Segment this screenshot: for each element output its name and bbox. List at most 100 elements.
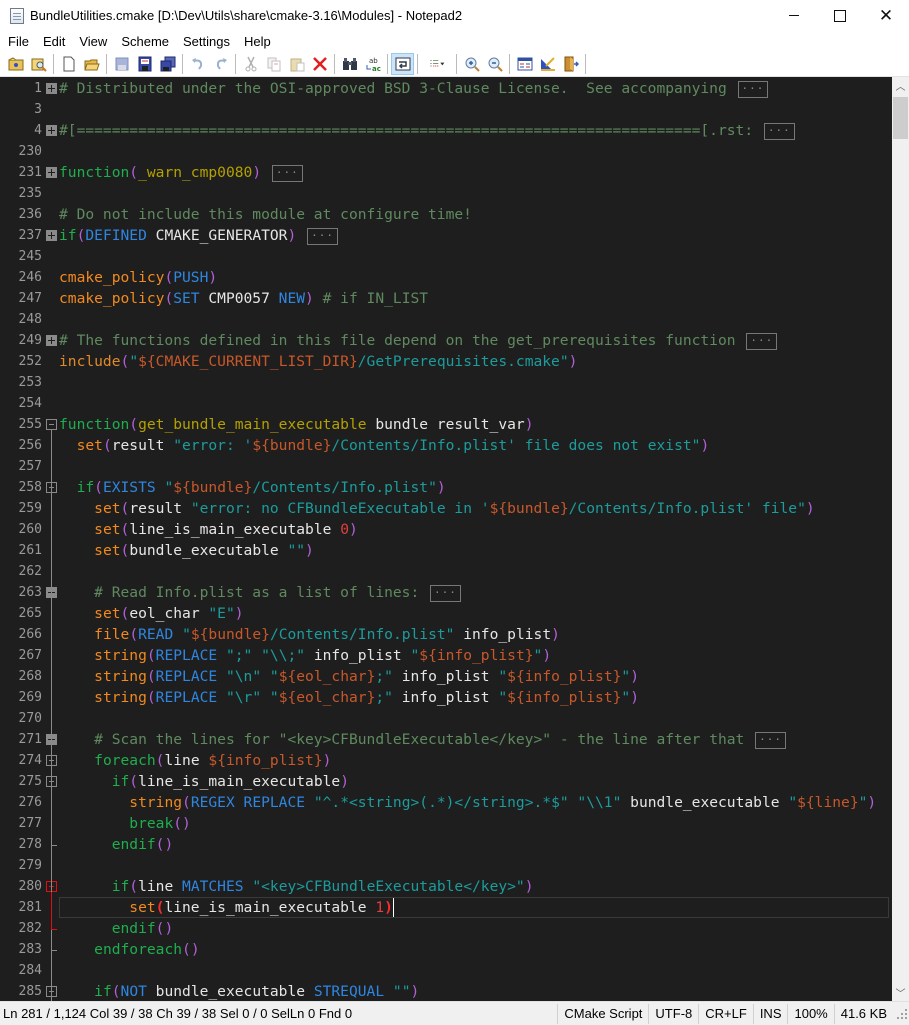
line-number: 282 [18, 921, 42, 936]
word-wrap-button[interactable] [391, 52, 414, 75]
scroll-down-arrow-icon[interactable]: ﹀ [892, 984, 909, 1001]
code-line[interactable]: 235 [0, 183, 892, 204]
code-line[interactable]: 283 endforeach() [0, 939, 892, 960]
undo-button[interactable] [186, 53, 209, 75]
folded-block-ellipsis[interactable]: ··· [755, 732, 787, 749]
code-line[interactable]: 254 [0, 393, 892, 414]
fold-expand-icon[interactable] [46, 230, 57, 241]
code-line[interactable]: 269 string(REPLACE "\r" "${eol_char};" i… [0, 687, 892, 708]
find-button[interactable] [338, 53, 361, 75]
code-line[interactable]: 274 foreach(line ${info_plist}) [0, 750, 892, 771]
code-line[interactable]: 3 [0, 99, 892, 120]
code-line[interactable]: 255 function(get_bundle_main_executable b… [0, 414, 892, 435]
save-as-button[interactable] [133, 53, 156, 75]
code-line[interactable]: 253 [0, 372, 892, 393]
menu-view[interactable]: View [72, 34, 114, 49]
code-line[interactable]: 276 string(REGEX REPLACE "^.*<string>(.*… [0, 792, 892, 813]
code-line[interactable]: 260 set(line_is_main_executable 0) [0, 519, 892, 540]
fold-expand-icon[interactable] [46, 83, 57, 94]
scrollbar-thumb[interactable] [893, 97, 908, 139]
code-line[interactable]: 247 cmake_policy(SET CMP0057 NEW) # if IN… [0, 288, 892, 309]
zoom-in-button[interactable] [460, 53, 483, 75]
delete-button[interactable] [308, 53, 331, 75]
status-zoom[interactable]: 100% [787, 1003, 833, 1024]
browse-button[interactable] [4, 53, 27, 75]
code-line[interactable]: 285 if(NOT bundle_executable STREQUAL ""… [0, 981, 892, 1001]
paste-button[interactable] [285, 53, 308, 75]
code-line[interactable]: 280 if(line MATCHES "<key>CFBundleExecut… [0, 876, 892, 897]
code-line[interactable]: 259 set(result "error: no CFBundleExecut… [0, 498, 892, 519]
scroll-up-arrow-icon[interactable]: ︿ [892, 77, 909, 94]
status-insert-mode[interactable]: INS [752, 1003, 788, 1024]
code-line[interactable]: 248 [0, 309, 892, 330]
maximize-button[interactable] [817, 0, 863, 31]
code-line[interactable]: 245 [0, 246, 892, 267]
code-line[interactable]: 263 # Read Info.plist as a list of lines… [0, 582, 892, 603]
menu-file[interactable]: File [0, 34, 36, 49]
vertical-scrollbar[interactable]: ︿ ﹀ [892, 77, 909, 1001]
code-editor[interactable]: 1 # Distributed under the OSI-approved BS… [0, 77, 892, 1001]
status-line-endings[interactable]: CR+LF [698, 1003, 753, 1024]
fold-collapse-icon[interactable] [46, 419, 57, 430]
menu-scheme[interactable]: Scheme [114, 34, 176, 49]
code-line[interactable]: 271 # Scan the lines for "<key>CFBundleE… [0, 729, 892, 750]
copy-button[interactable] [262, 53, 285, 75]
folded-block-ellipsis[interactable]: ··· [737, 81, 769, 98]
code-line[interactable]: 252 include("${CMAKE_CURRENT_LIST_DIR}/Ge… [0, 351, 892, 372]
code-line[interactable]: 268 string(REPLACE "\n" "${eol_char};" i… [0, 666, 892, 687]
code-line-current[interactable]: 281 set(line_is_main_executable 1) [0, 897, 892, 918]
exit-button[interactable] [559, 53, 582, 75]
code-line[interactable]: 246 cmake_policy(PUSH) [0, 267, 892, 288]
code-line[interactable]: 275 if(line_is_main_executable) [0, 771, 892, 792]
code-line[interactable]: 270 [0, 708, 892, 729]
view-options-button[interactable] [421, 53, 453, 75]
find-file-button[interactable] [27, 53, 50, 75]
code-line[interactable]: 277 break() [0, 813, 892, 834]
code-line[interactable]: 279 [0, 855, 892, 876]
zoom-out-button[interactable] [483, 53, 506, 75]
code-line[interactable]: 282 endif() [0, 918, 892, 939]
folded-block-ellipsis[interactable]: ··· [271, 165, 303, 182]
code-line[interactable]: 237 if(DEFINED CMAKE_GENERATOR) ··· [0, 225, 892, 246]
code-line[interactable]: 249 # The functions defined in this file … [0, 330, 892, 351]
redo-button[interactable] [209, 53, 232, 75]
save-button[interactable] [110, 53, 133, 75]
replace-button[interactable]: ab ac [361, 53, 384, 75]
save-copy-button[interactable] [156, 53, 179, 75]
menu-settings[interactable]: Settings [176, 34, 237, 49]
resize-grip-icon[interactable] [895, 1007, 909, 1021]
code-line[interactable]: 231 function(_warn_cmp0080) ··· [0, 162, 892, 183]
code-line[interactable]: 284 [0, 960, 892, 981]
code-line[interactable]: 265 set(eol_char "E") [0, 603, 892, 624]
folded-block-ellipsis[interactable]: ··· [763, 123, 795, 140]
code-line[interactable]: 258 if(EXISTS "${bundle}/Contents/Info.p… [0, 477, 892, 498]
code-line[interactable]: 278 endif() [0, 834, 892, 855]
menu-help[interactable]: Help [237, 34, 278, 49]
code-line[interactable]: 4 #[=====================================… [0, 120, 892, 141]
fold-expand-icon[interactable] [46, 167, 57, 178]
folded-block-ellipsis[interactable]: ··· [746, 333, 778, 350]
code-line[interactable]: 267 string(REPLACE ";" "\\;" info_plist … [0, 645, 892, 666]
code-line[interactable]: 262 [0, 561, 892, 582]
code-line[interactable]: 261 set(bundle_executable "") [0, 540, 892, 561]
folded-block-ellipsis[interactable]: ··· [430, 585, 461, 602]
new-file-button[interactable] [57, 53, 80, 75]
close-button[interactable]: ✕ [863, 0, 909, 31]
code-line[interactable]: 230 [0, 141, 892, 162]
minimize-button[interactable] [771, 0, 817, 31]
code-line[interactable]: 266 file(READ "${bundle}/Contents/Info.p… [0, 624, 892, 645]
code-line[interactable]: 1 # Distributed under the OSI-approved BS… [0, 78, 892, 99]
code-line[interactable]: 257 [0, 456, 892, 477]
customize-scheme-button[interactable] [536, 53, 559, 75]
status-encoding[interactable]: UTF-8 [648, 1003, 698, 1024]
code-line[interactable]: 236 # Do not include this module at confi… [0, 204, 892, 225]
cut-button[interactable] [239, 53, 262, 75]
open-file-button[interactable] [80, 53, 103, 75]
code-line[interactable]: 256 set(result "error: '${bundle}/Conten… [0, 435, 892, 456]
fold-expand-icon[interactable] [46, 335, 57, 346]
scheme-button[interactable] [513, 53, 536, 75]
fold-expand-icon[interactable] [46, 125, 57, 136]
status-scheme[interactable]: CMake Script [557, 1003, 648, 1024]
menu-edit[interactable]: Edit [36, 34, 72, 49]
folded-block-ellipsis[interactable]: ··· [307, 228, 338, 245]
